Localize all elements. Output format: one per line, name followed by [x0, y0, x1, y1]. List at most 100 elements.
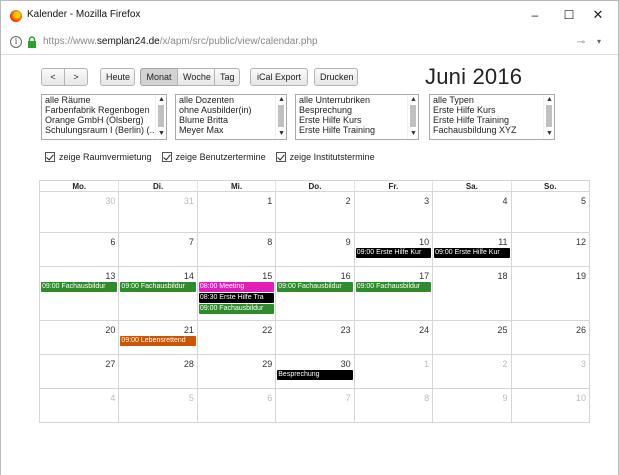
calendar-day-cell[interactable]: 13 09:00 Fachausbildur [40, 267, 118, 320]
print-button[interactable]: Drucken [314, 68, 358, 86]
day-number[interactable]: 10 [355, 233, 432, 247]
type-filter-list[interactable]: alle Typen Erste Hilfe Kurs Erste Hilfe … [429, 94, 555, 140]
calendar-day-cell[interactable]: 5 [510, 192, 589, 232]
calendar-day-cell[interactable]: 4 [40, 389, 118, 422]
day-number[interactable]: 2 [276, 192, 353, 206]
calendar-day-cell[interactable]: 24 [353, 321, 432, 354]
day-number[interactable]: 31 [119, 192, 196, 206]
day-number[interactable]: 13 [40, 267, 118, 281]
room-rental-checkbox[interactable]: zeige Raumvermietung [45, 152, 152, 162]
calendar-day-cell[interactable]: 25 [432, 321, 510, 354]
calendar-event[interactable]: Besprechung [277, 370, 353, 380]
list-item[interactable]: ohne Ausbilder(in) [176, 105, 286, 115]
calendar-day-cell[interactable]: 8 [196, 233, 275, 266]
scrollbar[interactable]: ▲ ▼ [275, 95, 286, 139]
calendar-day-cell[interactable]: 7 [118, 233, 196, 266]
info-icon[interactable]: i [10, 36, 22, 48]
scrollbar[interactable]: ▲ ▼ [407, 95, 418, 139]
day-number[interactable]: 25 [433, 321, 510, 335]
list-item[interactable]: Farbenfabrik Regenbogen [42, 105, 166, 115]
room-filter-list[interactable]: alle Räume Farbenfabrik Regenbogen Orang… [41, 94, 167, 140]
calendar-day-cell[interactable]: 23 [275, 321, 353, 354]
day-number[interactable]: 8 [355, 389, 432, 403]
calendar-day-cell[interactable]: 10 [510, 389, 589, 422]
maximize-button[interactable]: ☐ [559, 6, 579, 24]
checkbox-icon[interactable] [161, 152, 172, 162]
calendar-day-cell[interactable]: 10 09:00 Erste Hilfe Kur [353, 233, 432, 266]
calendar-day-cell[interactable]: 30 Besprechung [275, 355, 353, 388]
calendar-event[interactable]: 08:00 Meeting [198, 282, 275, 292]
url-text[interactable]: https://www.semplan24.de/x/apm/src/publi… [43, 36, 318, 47]
day-number[interactable]: 3 [355, 192, 432, 206]
calendar-day-cell[interactable]: 2 [275, 192, 353, 232]
day-number[interactable]: 27 [40, 355, 118, 369]
day-number[interactable]: 20 [40, 321, 118, 335]
calendar-day-cell[interactable]: 3 [510, 355, 589, 388]
calendar-day-cell[interactable]: 20 [40, 321, 118, 354]
list-item[interactable]: Erste Hilfe Training [296, 125, 418, 135]
calendar-day-cell[interactable]: 3 [353, 192, 432, 232]
calendar-day-cell[interactable]: 6 [196, 389, 275, 422]
scroll-thumb[interactable] [546, 105, 552, 127]
calendar-day-cell[interactable]: 1 [196, 192, 275, 232]
list-item[interactable]: alle Unterrubriken [296, 95, 418, 105]
checkbox-icon[interactable] [45, 152, 55, 162]
calendar-day-cell[interactable]: 1 [353, 355, 432, 388]
calendar-day-cell[interactable]: 21 09:00 Lebensrettend [118, 321, 196, 354]
chevron-up-icon[interactable]: ▲ [409, 96, 418, 104]
calendar-event[interactable]: 09:00 Lebensrettend [120, 336, 196, 346]
list-item[interactable]: Erste Hilfe Training [430, 115, 554, 125]
day-number[interactable]: 21 [119, 321, 196, 335]
calendar-day-cell[interactable]: 31 [118, 192, 196, 232]
list-item[interactable]: Besprechung [296, 105, 418, 115]
calendar-day-cell[interactable]: 9 [432, 389, 510, 422]
calendar-day-cell[interactable]: 28 [118, 355, 196, 388]
list-item[interactable]: alle Räume [42, 95, 166, 105]
calendar-day-cell[interactable]: 11 09:00 Erste Hilfe Kur [432, 233, 510, 266]
close-button[interactable]: ✕ [588, 6, 608, 24]
calendar-day-cell[interactable]: 27 [40, 355, 118, 388]
day-number[interactable]: 8 [198, 233, 275, 247]
list-item[interactable]: Blume Britta [176, 115, 286, 125]
calendar-day-cell[interactable]: 9 [275, 233, 353, 266]
calendar-event[interactable]: 09:00 Erste Hilfe Kur [355, 248, 432, 258]
day-number[interactable]: 15 [198, 267, 275, 281]
day-number[interactable]: 7 [276, 389, 353, 403]
day-number[interactable]: 22 [198, 321, 275, 335]
day-number[interactable]: 3 [512, 355, 589, 369]
week-view-button[interactable]: Woche [177, 68, 215, 86]
pin-icon[interactable]: ⊸ [574, 36, 588, 49]
calendar-day-cell[interactable]: 4 [432, 192, 510, 232]
scrollbar[interactable]: ▲ ▼ [543, 95, 554, 139]
day-number[interactable]: 18 [433, 267, 510, 281]
day-number[interactable]: 6 [198, 389, 275, 403]
checkbox-icon[interactable] [275, 152, 286, 162]
scroll-thumb[interactable] [158, 105, 164, 127]
chevron-down-icon[interactable]: ▼ [277, 130, 286, 138]
calendar-day-cell[interactable]: 19 [510, 267, 589, 320]
list-item[interactable]: Erste Hilfe Kurs [430, 105, 554, 115]
chevron-up-icon[interactable]: ▲ [545, 96, 554, 104]
day-number[interactable]: 23 [276, 321, 353, 335]
trainer-filter-list[interactable]: alle Dozenten ohne Ausbilder(in) Blume B… [175, 94, 287, 140]
minimize-button[interactable]: – [525, 6, 545, 24]
calendar-day-cell[interactable]: 16 09:00 Fachausbildur [275, 267, 353, 320]
day-number[interactable]: 14 [119, 267, 196, 281]
prev-button[interactable]: < [41, 68, 65, 86]
calendar-event[interactable]: 09:00 Fachausbildur [355, 282, 432, 292]
chevron-down-icon[interactable]: ▼ [409, 130, 418, 138]
day-number[interactable]: 19 [512, 267, 589, 281]
address-bar[interactable]: i https://www.semplan24.de/x/apm/src/pub… [1, 31, 618, 55]
calendar-day-cell[interactable]: 18 [432, 267, 510, 320]
day-number[interactable]: 9 [276, 233, 353, 247]
day-number[interactable]: 4 [40, 389, 118, 403]
scrollbar[interactable]: ▲ ▼ [155, 95, 166, 139]
calendar-day-cell[interactable]: 26 [510, 321, 589, 354]
list-item[interactable]: Orange GmbH (Olsberg) [42, 115, 166, 125]
calendar-event[interactable]: 08:30 Erste Hilfe Tra [198, 293, 275, 303]
day-number[interactable]: 5 [119, 389, 196, 403]
user-appointments-checkbox[interactable]: zeige Benutzertermine [161, 152, 266, 162]
calendar-day-cell[interactable]: 7 [275, 389, 353, 422]
calendar-day-cell[interactable]: 12 [510, 233, 589, 266]
day-number[interactable]: 4 [433, 192, 510, 206]
